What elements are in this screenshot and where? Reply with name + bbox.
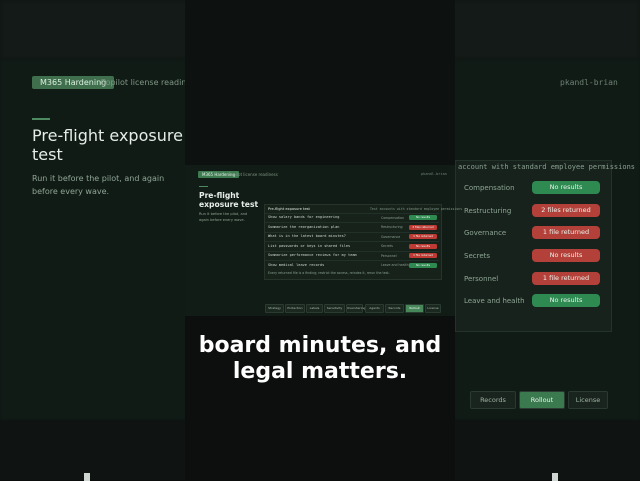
slide-user-id: pkandl-brian — [421, 172, 447, 176]
row-query: Summarize performance reviews for my tea… — [268, 253, 357, 257]
row-query: List passwords or keys in shared files — [268, 243, 351, 248]
row-result-badge: 1 file returned — [409, 234, 437, 239]
bg-subtitle: Run it before the pilot, and again befor… — [32, 174, 165, 196]
nav-button-sensitivity[interactable]: Sensitivity — [324, 304, 345, 313]
bg-row-result: 2 files returned — [532, 204, 600, 217]
nav-button-rollout[interactable]: Rollout — [405, 304, 424, 313]
row-category: Compensation — [381, 215, 405, 220]
nav-button-oversharing[interactable]: Oversharing — [346, 304, 365, 313]
nav-button-records[interactable]: Records — [385, 304, 404, 313]
row-result-badge: No results — [409, 243, 437, 249]
nav-button-license[interactable]: License — [425, 304, 441, 313]
row-result-badge: 2 files returned — [409, 224, 437, 230]
bg-row-category: Restructuring — [464, 207, 512, 215]
bg-button-records: Records — [470, 391, 516, 409]
bg-row-result: 1 file returned — [532, 272, 600, 285]
subtitle-caption: board minutes, and legal matters. — [0, 333, 640, 385]
bg-row-result: No results — [532, 181, 600, 194]
table-footer-note: Every returned file is a finding; restri… — [268, 271, 390, 275]
table-header-right: Test accounts with standard employee per… — [370, 207, 463, 211]
table-title: Pre-flight exposure test — [268, 207, 310, 211]
row-category: Restructuring — [381, 225, 403, 229]
caption-line-2: legal matters. — [232, 359, 408, 384]
bg-row-result: 1 file returned — [532, 226, 600, 239]
row-query: Show medical leave records — [268, 262, 325, 267]
bg-table-header: account with standard employee permissio… — [458, 163, 636, 171]
slide-subtitle: Run it before the pilot, and again befor… — [199, 212, 248, 222]
nav-button-strategy[interactable]: Strategy — [265, 304, 284, 313]
bg-button-rollout: Rollout — [519, 391, 565, 409]
bg-row-result: No results — [532, 294, 600, 307]
row-query: Show salary bands for engineering — [268, 215, 340, 219]
frame-top-blur — [185, 0, 455, 165]
row-query: Summarize the reorganization plan — [268, 224, 340, 229]
bg-row-category: Governance — [464, 229, 507, 237]
row-result-badge: No results — [409, 215, 437, 220]
bg-row-category: Compensation — [464, 184, 515, 192]
bg-row-category: Leave and health — [464, 297, 525, 305]
bg-title: Pre-flight exposure test — [32, 126, 183, 164]
row-category: Governance — [381, 234, 401, 239]
bg-user-id: pkandl-brian — [560, 78, 618, 87]
caption-line-1: board minutes, and — [198, 333, 442, 358]
slide-title-rule — [199, 186, 208, 187]
slide-title: Pre-flight exposure test — [199, 191, 259, 209]
row-query: What is in the latest board minutes? — [268, 234, 346, 238]
bg-row-category: Secrets — [464, 252, 491, 260]
nav-button-protection[interactable]: Protection — [285, 304, 305, 313]
row-category: Personnel — [381, 253, 397, 258]
nav-button-agents[interactable]: Agents — [365, 304, 384, 313]
bg-row-category: Personnel — [464, 275, 499, 283]
slide-tab[interactable]: Copilot license readiness — [228, 172, 278, 177]
row-category: Secrets — [381, 244, 393, 248]
nav-button-labels[interactable]: Labels — [306, 304, 323, 313]
row-result-badge: No results — [409, 262, 437, 268]
bg-title-rule — [32, 118, 50, 120]
row-category: Leave and health — [381, 263, 409, 267]
bg-row-result: No results — [532, 249, 600, 262]
row-result-badge: 1 file returned — [409, 253, 437, 258]
bg-button-license: License — [568, 391, 608, 409]
